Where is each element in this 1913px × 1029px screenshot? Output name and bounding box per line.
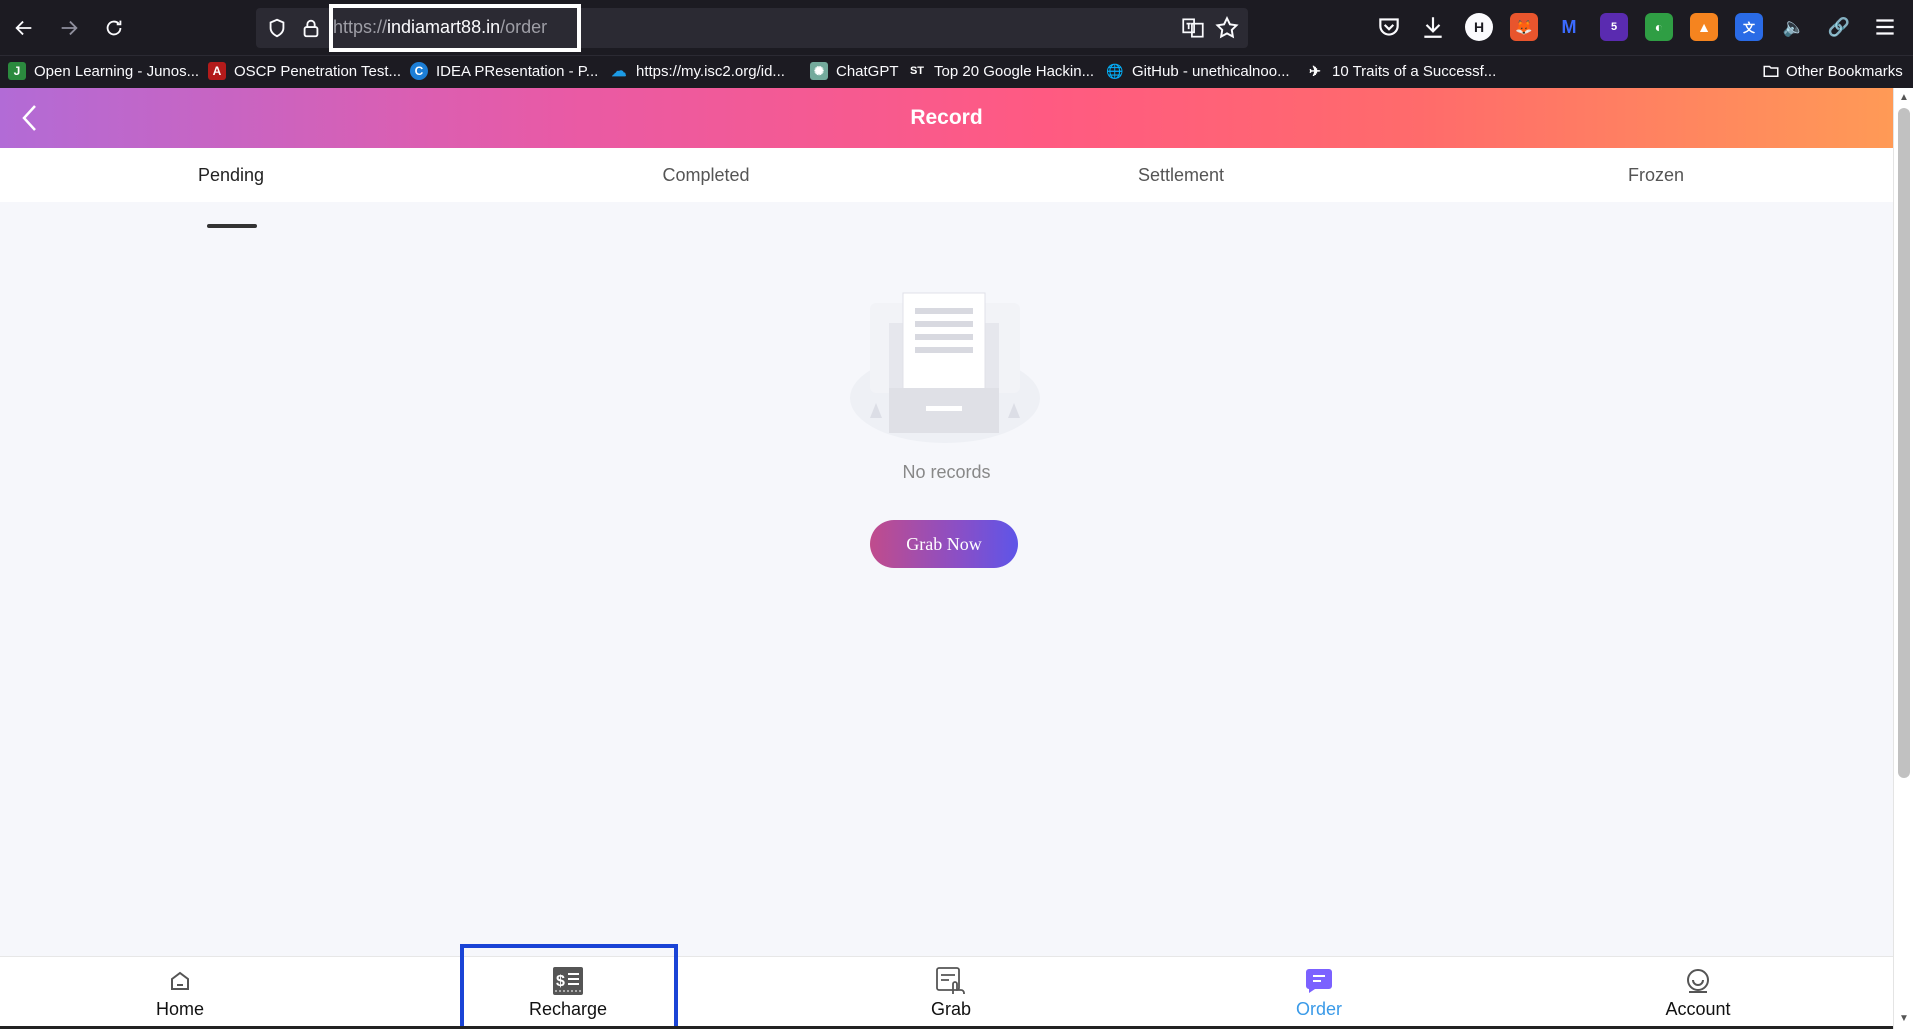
bookmark-j-icon: J bbox=[8, 62, 26, 80]
extension-badge-icon[interactable]: 5 bbox=[1600, 13, 1628, 41]
nav-home-label: Home bbox=[155, 999, 204, 1019]
empty-document-illustration bbox=[850, 292, 1040, 443]
url-prefix: https:// bbox=[333, 17, 388, 37]
tab-pending[interactable]: Pending bbox=[131, 148, 331, 202]
speaker-icon[interactable]: 🔈 bbox=[1780, 13, 1808, 41]
forward-icon[interactable] bbox=[53, 12, 85, 44]
tab-active-indicator bbox=[207, 224, 257, 228]
bookmark-label: Open Learning - Junos... bbox=[34, 62, 200, 80]
page-title: Record bbox=[910, 106, 983, 129]
bookmark-label: https://my.isc2.org/id... bbox=[636, 62, 785, 80]
bookmark-item[interactable]: ☁ https://my.isc2.org/id... bbox=[610, 62, 785, 81]
bookmark-item[interactable]: 🌐 GitHub - unethicalnoo... bbox=[1106, 62, 1290, 80]
tab-frozen[interactable]: Frozen bbox=[1556, 148, 1756, 202]
reload-icon[interactable] bbox=[98, 12, 130, 44]
pocket-icon[interactable] bbox=[1376, 14, 1402, 40]
extension-globe-icon[interactable]: ◐ bbox=[1645, 13, 1673, 41]
google-translate-icon[interactable]: 文 bbox=[1735, 13, 1763, 41]
bookmark-label: 10 Traits of a Successf... bbox=[1332, 62, 1497, 80]
globe-icon: 🌐 bbox=[1106, 62, 1124, 79]
extension-letter: H bbox=[1473, 19, 1485, 35]
nav-grab[interactable]: Grab bbox=[851, 957, 1051, 1027]
nav-order-label: Order bbox=[1295, 999, 1342, 1019]
bottom-nav-bar: Home $ Recharge Grab Order Account bbox=[0, 956, 1893, 1029]
bookmark-label: GitHub - unethicalnoo... bbox=[1132, 62, 1290, 80]
browser-toolbar: https://indiamart88.in/order H 🦊 M 5 ◐ ▲… bbox=[0, 0, 1913, 55]
lock-icon[interactable] bbox=[300, 17, 322, 39]
home-icon bbox=[164, 965, 196, 997]
grab-icon bbox=[935, 965, 967, 997]
chatgpt-icon: ✺ bbox=[810, 62, 828, 80]
bookmark-a-icon: A bbox=[208, 62, 226, 80]
extension-badge: 5 bbox=[1610, 21, 1618, 33]
bookmarks-bar: J Open Learning - Junos... A OSCP Penetrat… bbox=[0, 55, 1913, 88]
bookmark-cloud-icon: ☁ bbox=[611, 63, 627, 80]
scroll-up-icon[interactable]: ▲ bbox=[1898, 92, 1910, 104]
bookmark-st-icon: ST bbox=[909, 65, 925, 77]
back-icon[interactable] bbox=[8, 12, 40, 44]
extension-h-icon[interactable]: H bbox=[1465, 13, 1493, 41]
bookmark-item[interactable]: J Open Learning - Junos... bbox=[8, 62, 199, 80]
malwarebytes-icon[interactable]: M bbox=[1555, 13, 1583, 41]
record-tabs: Pending Completed Settlement Frozen bbox=[0, 148, 1893, 202]
page-scrollbar[interactable]: ▲ ▼ bbox=[1893, 88, 1913, 1029]
account-icon bbox=[1682, 965, 1714, 997]
nav-account-label: Account bbox=[1665, 999, 1731, 1019]
folder-icon bbox=[1763, 65, 1779, 77]
nav-home[interactable]: Home bbox=[80, 957, 280, 1027]
bookmark-item[interactable]: ✺ ChatGPT bbox=[810, 62, 899, 80]
scroll-thumb[interactable] bbox=[1898, 108, 1910, 778]
menu-icon[interactable] bbox=[1872, 14, 1898, 40]
bookmark-label: OSCP Penetration Test... bbox=[234, 62, 402, 80]
bookmark-label: IDEA PResentation - P... bbox=[436, 62, 599, 80]
star-icon[interactable] bbox=[1214, 15, 1240, 41]
metamask-icon[interactable]: ▲ bbox=[1690, 13, 1718, 41]
translate-icon[interactable] bbox=[1180, 15, 1206, 41]
url-path: /order bbox=[500, 17, 548, 37]
empty-state-text: No records bbox=[902, 462, 991, 482]
bookmark-label: Top 20 Google Hackin... bbox=[934, 62, 1095, 80]
recharge-highlight-box bbox=[460, 944, 678, 1029]
chevron-left-icon bbox=[22, 105, 36, 131]
page-header: Record bbox=[0, 88, 1893, 148]
tab-settlement[interactable]: Settlement bbox=[1081, 148, 1281, 202]
extension-link-icon[interactable]: 🔗 bbox=[1825, 13, 1853, 41]
nav-account[interactable]: Account bbox=[1598, 957, 1798, 1027]
bookmark-label: ChatGPT bbox=[836, 62, 899, 80]
url-text[interactable]: https://indiamart88.in/order bbox=[333, 17, 547, 38]
shield-icon[interactable] bbox=[266, 17, 288, 39]
other-bookmarks[interactable]: Other Bookmarks bbox=[1762, 62, 1903, 80]
bookmark-item[interactable]: ✈ 10 Traits of a Successf... bbox=[1306, 62, 1496, 80]
page-content: Record Pending Completed Settlement Froz… bbox=[0, 88, 1893, 1029]
download-icon[interactable] bbox=[1420, 14, 1446, 40]
grab-now-button[interactable]: Grab Now bbox=[870, 520, 1018, 568]
other-bookmarks-label: Other Bookmarks bbox=[1786, 62, 1903, 80]
bookmark-item[interactable]: ST Top 20 Google Hackin... bbox=[908, 62, 1094, 80]
back-button[interactable] bbox=[14, 102, 46, 134]
tab-completed[interactable]: Completed bbox=[606, 148, 806, 202]
bookmark-item[interactable]: C IDEA PResentation - P... bbox=[410, 62, 598, 80]
url-domain: indiamart88.in bbox=[387, 17, 501, 37]
bookmark-item[interactable]: A OSCP Penetration Test... bbox=[208, 62, 401, 80]
extension-fox-icon[interactable]: 🦊 bbox=[1510, 13, 1538, 41]
bookmark-c-icon: C bbox=[410, 62, 428, 80]
order-icon bbox=[1303, 965, 1335, 997]
bookmark-plane-icon: ✈ bbox=[1309, 62, 1321, 79]
screen: https://indiamart88.in/order H 🦊 M 5 ◐ ▲… bbox=[0, 0, 1913, 1029]
nav-order[interactable]: Order bbox=[1219, 957, 1419, 1027]
scroll-down-icon[interactable]: ▼ bbox=[1898, 1013, 1910, 1025]
nav-grab-label: Grab bbox=[930, 999, 972, 1019]
